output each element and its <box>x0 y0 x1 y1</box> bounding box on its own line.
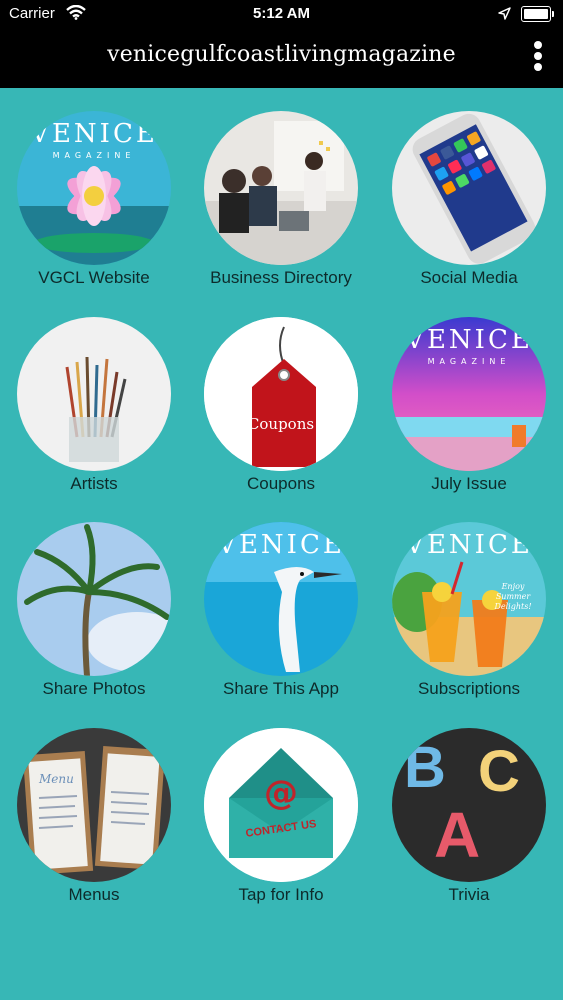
status-bar: Carrier 5:12 AM <box>0 0 563 30</box>
menus-image: Menu <box>17 728 171 882</box>
artists-image <box>17 317 171 471</box>
tile-label: VGCL Website <box>38 268 150 287</box>
tile-label: Subscriptions <box>417 679 521 698</box>
tile-label: Tap for Info <box>238 885 324 904</box>
tile-label: Social Media <box>420 268 518 287</box>
tile-label: July Issue <box>431 474 507 493</box>
battery-icon <box>521 6 554 22</box>
coupons-image-text: Coupons <box>247 415 315 433</box>
trivia-letter-c: C <box>478 739 520 804</box>
vgcl-image-title: VENICE <box>30 119 158 149</box>
trivia-letter-b: B <box>404 735 446 800</box>
vgcl-website-image: VENICE MAGAZINE <box>17 111 171 265</box>
tile-label: Business Directory <box>210 268 352 287</box>
subscriptions-image-title: VENICE <box>405 530 533 560</box>
more-vert-icon[interactable] <box>531 41 545 71</box>
july-image-subtitle: MAGAZINE <box>427 357 511 366</box>
share-photos-image <box>17 522 171 676</box>
subscriptions-image-tagline: Enjoy Summer Delights! <box>494 582 532 611</box>
svg-text:@: @ <box>264 773 298 813</box>
vgcl-image-subtitle: MAGAZINE <box>52 151 136 160</box>
tap-for-info-image: @ CONTACT US <box>204 728 358 882</box>
tile-label: Share This App <box>223 679 339 698</box>
tile-label: Artists <box>70 474 118 493</box>
status-time: 5:12 AM <box>253 5 310 22</box>
app-header: venicegulfcoastlivingmagazine <box>0 30 563 88</box>
trivia-letter-a: A <box>434 799 481 871</box>
trivia-image: B C A <box>392 728 546 882</box>
share-app-image-title: VENICE <box>217 530 345 560</box>
tile-label: Trivia <box>448 885 490 904</box>
july-image-title: VENICE <box>405 325 533 355</box>
menus-image-text: Menu <box>39 772 74 786</box>
coupons-image: Coupons <box>204 317 358 471</box>
social-media-image <box>392 111 546 265</box>
location-arrow-icon <box>498 7 511 20</box>
business-directory-image <box>204 111 358 265</box>
subscriptions-image: VENICE Enjoy Summer Delights! <box>392 522 546 676</box>
tile-label: Coupons <box>246 474 316 493</box>
tile-label: Menus <box>68 885 120 904</box>
july-issue-image: VENICE MAGAZINE <box>392 317 546 471</box>
app-title: venicegulfcoastlivingmagazine <box>107 42 456 67</box>
share-app-image: VENICE <box>204 522 358 676</box>
tile-label: Share Photos <box>42 679 146 698</box>
